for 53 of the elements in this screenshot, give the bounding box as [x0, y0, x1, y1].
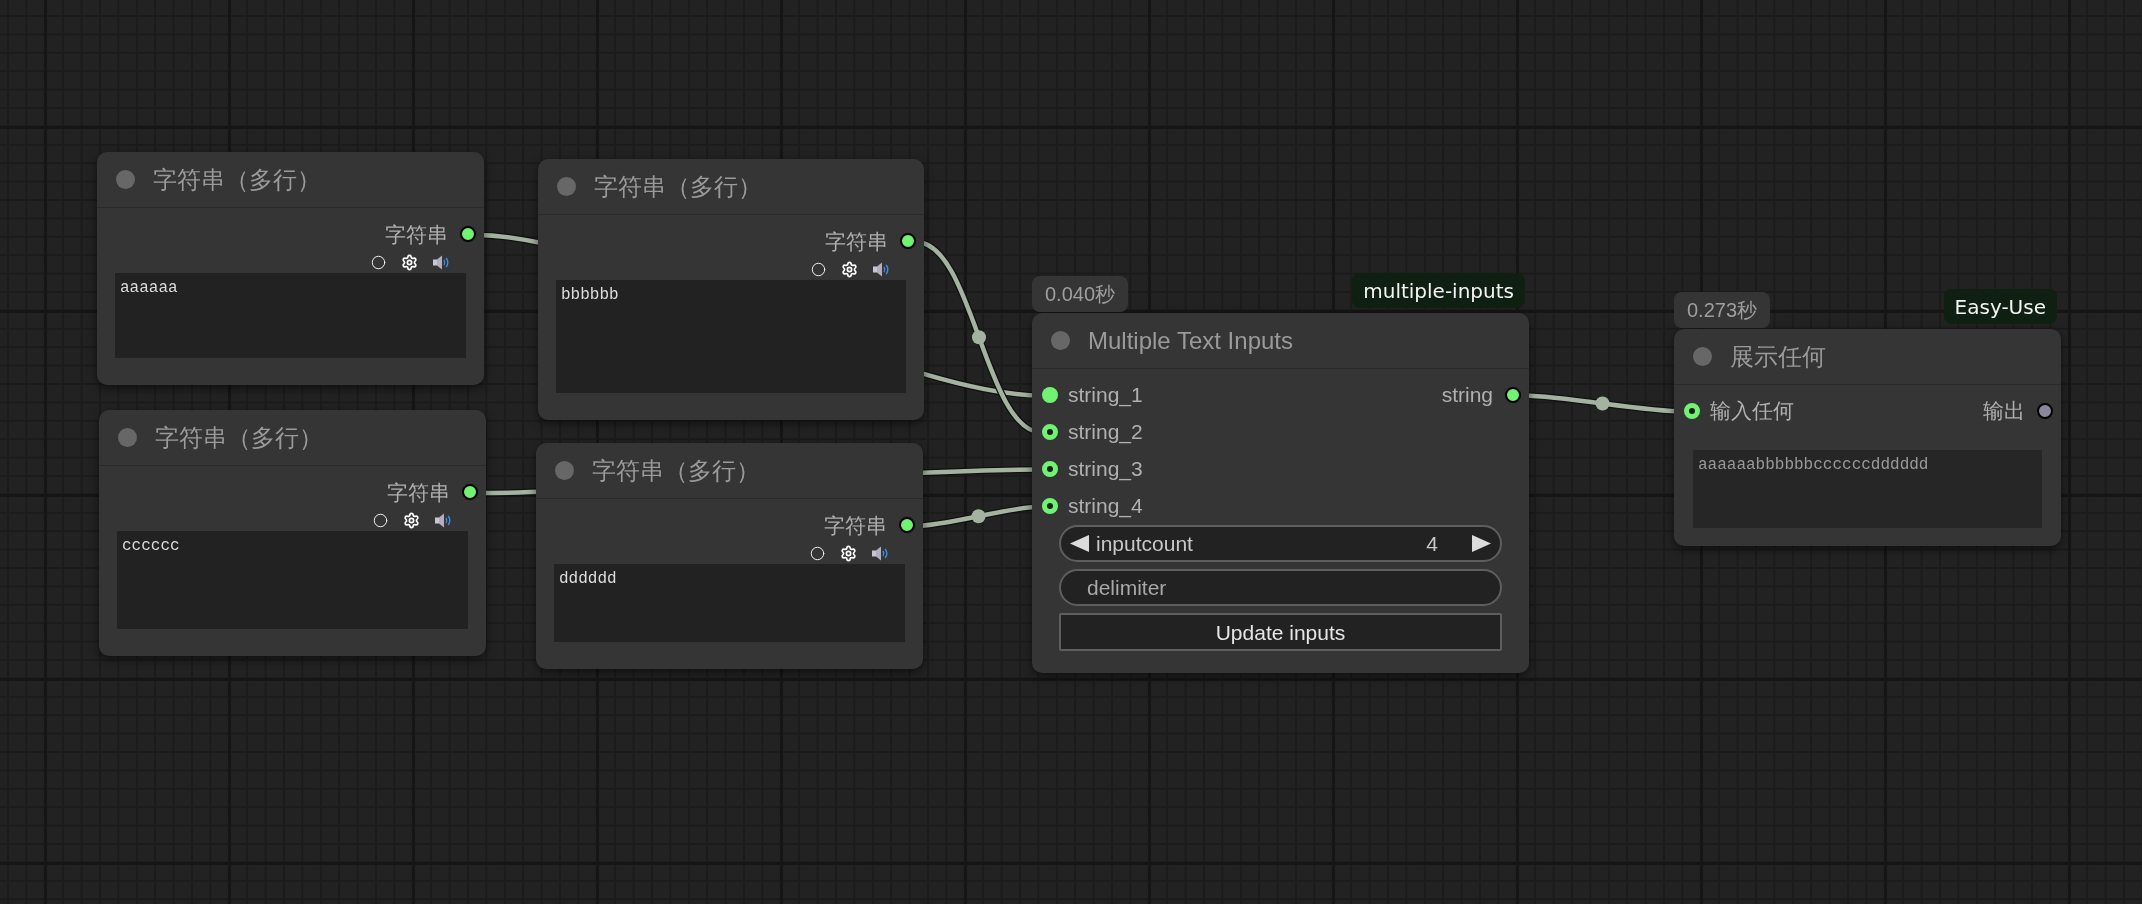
slot-label: 输出 [1983, 400, 2025, 421]
link-midpoint-icon[interactable] [971, 509, 986, 524]
widget-value: 4 [1426, 533, 1438, 554]
circle-icon[interactable] [811, 261, 826, 277]
circle-icon[interactable] [373, 512, 388, 528]
node-source-badge: multiple-inputs [1352, 273, 1525, 308]
circle-icon[interactable] [371, 254, 386, 270]
number-stepper[interactable]: inputcount 4 [1059, 525, 1502, 562]
text-field[interactable]: delimiter [1059, 569, 1502, 606]
slot-ring-icon[interactable] [1042, 497, 1058, 514]
slot-label: 字符串 [825, 230, 888, 252]
slot-label: 字符串 [385, 223, 448, 245]
node-title: 展示任何 [1730, 344, 1826, 369]
multiline-text-field[interactable]: cccccc [117, 531, 468, 629]
node-title: Multiple Text Inputs [1088, 328, 1293, 353]
slot-label: 输入任何 [1710, 400, 1794, 421]
slot-label: string_2 [1068, 421, 1143, 442]
right-triangle-icon[interactable] [1472, 535, 1491, 552]
action-button[interactable]: Update inputs [1059, 613, 1502, 651]
settings-icon[interactable] [401, 253, 418, 271]
multiline-text-field[interactable]: dddddd [554, 564, 905, 642]
execution-time-badge: 0.040秒 [1032, 276, 1129, 312]
circle-icon[interactable] [810, 545, 825, 561]
slot-label: string_4 [1068, 495, 1143, 516]
speaker-icon[interactable] [433, 254, 450, 270]
node-title: 字符串（多行） [155, 425, 323, 450]
slot-label: string [1441, 384, 1493, 405]
node-title: 字符串（多行） [153, 167, 321, 192]
multiline-text-field[interactable]: bbbbbb [556, 280, 906, 393]
link-midpoint-icon[interactable] [1595, 396, 1610, 411]
slot-ring-icon[interactable] [1042, 423, 1058, 440]
slot-label: string_3 [1068, 458, 1143, 479]
multiline-text-field[interactable]: aaaaaabbbbbbccccccdddddd [1693, 450, 2042, 528]
execution-time-badge: 0.273秒 [1674, 292, 1771, 328]
left-triangle-icon[interactable] [1070, 535, 1089, 552]
settings-icon[interactable] [841, 260, 858, 278]
slot-label: string_1 [1068, 384, 1143, 405]
speaker-icon[interactable] [435, 512, 452, 528]
link-midpoint-icon[interactable] [972, 330, 986, 345]
slot-ring-icon[interactable] [1684, 402, 1700, 419]
widget-label: inputcount [1096, 533, 1193, 554]
node-title: 字符串（多行） [592, 458, 760, 483]
node-title: 字符串（多行） [594, 174, 762, 199]
widget-label: delimiter [1087, 577, 1167, 598]
speaker-icon[interactable] [872, 545, 889, 561]
slot-label: 字符串 [824, 514, 887, 536]
node-source-badge: Easy-Use [1943, 289, 2057, 324]
slot-ring-icon[interactable] [1042, 460, 1058, 477]
speaker-icon[interactable] [873, 261, 890, 277]
slot-label: 字符串 [387, 481, 450, 503]
settings-icon[interactable] [840, 544, 857, 562]
settings-icon[interactable] [403, 511, 420, 529]
multiline-text-field[interactable]: aaaaaa [115, 273, 466, 358]
